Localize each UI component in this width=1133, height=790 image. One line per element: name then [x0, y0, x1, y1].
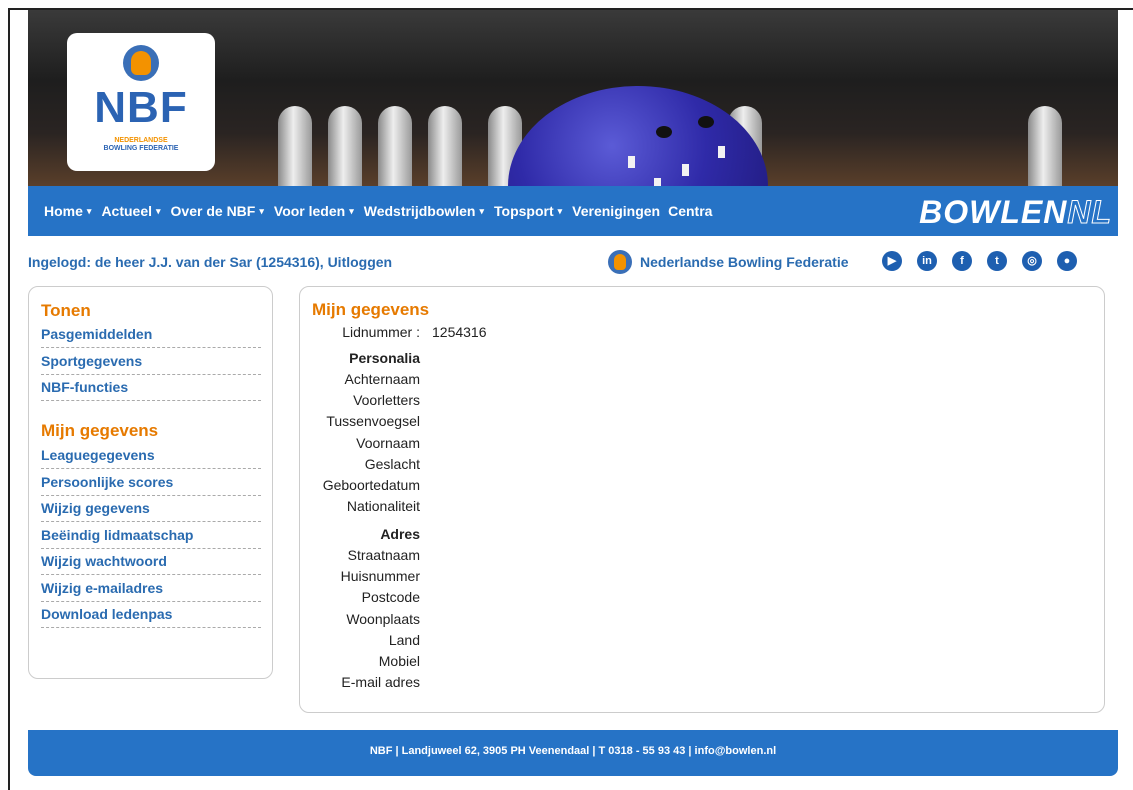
chevron-down-icon: ▾	[557, 206, 563, 216]
field-label-voornaam: Voornaam	[356, 434, 420, 451]
footer: NBF | Landjuweel 62, 3905 PH Veenendaal …	[28, 730, 1118, 776]
nav-item-label: Wedstrijdbowlen	[363, 203, 476, 219]
personalia-heading: Personalia	[349, 350, 420, 366]
field-label-e-mail-adres: E-mail adres	[341, 674, 420, 691]
lidnummer-value: 1254316	[432, 324, 487, 340]
ball-mark	[718, 146, 725, 158]
brand-suffix: NL	[1067, 194, 1112, 231]
sidebar: Tonen Pasgemiddelden Sportgegevens NBF-fun…	[28, 286, 273, 679]
nav-item-voor-leden[interactable]: Voor leden ▾	[274, 203, 356, 219]
nav-item-centra[interactable]: Centra	[668, 203, 712, 219]
pin-icon	[378, 106, 412, 186]
main-nav: Home ▾ Actueel ▾ Over de NBF ▾ Voor leden ▾ Weds…	[28, 186, 1118, 236]
sidebar-link-wijzig-wachtwoord[interactable]: Wijzig wachtwoord	[41, 552, 261, 575]
field-label-geslacht: Geslacht	[364, 455, 420, 472]
nav-item-actueel[interactable]: Actueel ▾	[101, 203, 162, 219]
pin-icon	[1028, 106, 1062, 186]
chevron-down-icon: ▾	[86, 206, 92, 216]
linkedin-icon[interactable]: in	[917, 251, 937, 271]
sidebar-link-leaguegegevens[interactable]: Leaguegegevens	[41, 446, 261, 469]
instagram-icon[interactable]: ◎	[1022, 251, 1042, 271]
youtube-icon[interactable]: ▶	[882, 251, 902, 271]
nav-item-label: Actueel	[101, 203, 153, 219]
sidebar-heading-mijn-gegevens: Mijn gegevens	[41, 421, 159, 440]
main-panel: Mijn gegevens Lidnummer : 1254316 Person…	[299, 286, 1105, 713]
nav-item-verenigingen[interactable]: Verenigingen	[572, 203, 660, 219]
chevron-down-icon: ▾	[156, 206, 161, 216]
ball-mark	[682, 164, 689, 176]
logo-subtitle-line2: BOWLING FEDERATIE	[103, 145, 179, 152]
page: NBF NEDERLANDSE BOWLING FEDERATIE Home ▾ A…	[28, 10, 1118, 790]
nav-item-label: Over de NBF	[170, 203, 256, 219]
logo-subtitle-line1: NEDERLANDSE	[114, 137, 168, 144]
chevron-down-icon: ▾	[479, 206, 485, 216]
ball-mark	[628, 156, 635, 168]
nav-item-wedstrijdbowlen[interactable]: Wedstrijdbowlen ▾	[364, 203, 486, 219]
nbf-emblem-icon	[608, 250, 632, 274]
field-label-postcode: Postcode	[361, 589, 420, 606]
bowlen-nl-logo[interactable]: BOWLENNL	[919, 194, 1112, 231]
ball-mark	[654, 178, 661, 186]
nav-item-label: Home	[44, 203, 83, 219]
flickr-icon[interactable]: ●	[1057, 251, 1077, 271]
field-label-huisnummer: Huisnummer	[340, 568, 420, 585]
nav-item-label: Voor leden	[273, 203, 346, 219]
nbf-logo[interactable]: NBF NEDERLANDSE BOWLING FEDERATIE	[67, 33, 215, 171]
footer-contact-text: NBF | Landjuweel 62, 3905 PH Veenendaal …	[369, 745, 777, 757]
federation-link[interactable]: Nederlandse Bowling Federatie	[608, 250, 849, 274]
sidebar-link-persoonlijke-scores[interactable]: Persoonlijke scores	[41, 473, 261, 496]
nav-item-home[interactable]: Home ▾	[44, 203, 93, 219]
lidnummer-label: Lidnummer :	[342, 324, 420, 340]
field-label-tussenvoegsel: Tussenvoegsel	[326, 413, 420, 430]
social-links: ▶ in f t ◎ ●	[882, 251, 1077, 271]
pin-icon	[278, 106, 312, 186]
nav-item-label: Verenigingen	[572, 203, 661, 219]
field-label-nationaliteit: Nationaliteit	[346, 498, 420, 515]
sidebar-link-nbf-functies[interactable]: NBF-functies	[41, 378, 261, 401]
adres-heading: Adres	[380, 526, 420, 542]
federation-name: Nederlandse Bowling Federatie	[640, 254, 849, 270]
ball-hole	[656, 126, 672, 138]
field-label-woonplaats: Woonplaats	[346, 610, 420, 627]
brand-main: BOWLEN	[919, 194, 1068, 230]
sidebar-link-be-indig-lidmaatschap[interactable]: Beëindig lidmaatschap	[41, 526, 261, 549]
field-label-voorletters: Voorletters	[353, 392, 420, 409]
field-label-mobiel: Mobiel	[378, 653, 420, 669]
facebook-icon[interactable]: f	[952, 251, 972, 271]
field-label-achternaam: Achternaam	[344, 371, 420, 387]
sidebar-link-sportgegevens[interactable]: Sportgegevens	[41, 352, 261, 375]
header-banner: NBF NEDERLANDSE BOWLING FEDERATIE	[28, 10, 1118, 186]
nav-item-over-de-nbf[interactable]: Over de NBF ▾	[171, 203, 266, 219]
twitter-icon[interactable]: t	[987, 251, 1007, 271]
sidebar-link-download-ledenpas[interactable]: Download ledenpas	[41, 605, 261, 628]
sidebar-heading-tonen: Tonen	[41, 301, 91, 320]
chevron-down-icon: ▾	[349, 206, 354, 216]
ball-hole	[698, 116, 714, 128]
logo-subtitle: NEDERLANDSE BOWLING FEDERATIE	[67, 137, 215, 153]
pin-icon	[428, 106, 462, 186]
sidebar-link-pasgemiddelden[interactable]: Pasgemiddelden	[41, 325, 261, 348]
field-label-land: Land	[388, 631, 420, 648]
window-frame-left	[8, 8, 10, 790]
sidebar-link-wijzig-e-mailadres[interactable]: Wijzig e-mailadres	[41, 579, 261, 602]
login-status-link[interactable]: Ingelogd: de heer J.J. van der Sar (1254…	[28, 254, 392, 270]
sidebar-link-wijzig-gegevens[interactable]: Wijzig gegevens	[41, 499, 261, 522]
page-title: Mijn gegevens	[312, 300, 430, 319]
logo-name: NBF	[94, 83, 188, 132]
nav-item-label: Centra	[668, 203, 713, 219]
nbf-emblem-icon	[123, 45, 159, 81]
nav-item-label: Topsport	[494, 203, 554, 219]
field-label-geboortedatum: Geboortedatum	[322, 477, 420, 493]
field-label-straatnaam: Straatnaam	[347, 547, 420, 563]
nav-items: Home ▾ Actueel ▾ Over de NBF ▾ Voor leden ▾ Weds…	[44, 203, 712, 219]
chevron-down-icon: ▾	[259, 206, 264, 216]
nav-item-topsport[interactable]: Topsport ▾	[494, 203, 564, 219]
pin-icon	[328, 106, 362, 186]
